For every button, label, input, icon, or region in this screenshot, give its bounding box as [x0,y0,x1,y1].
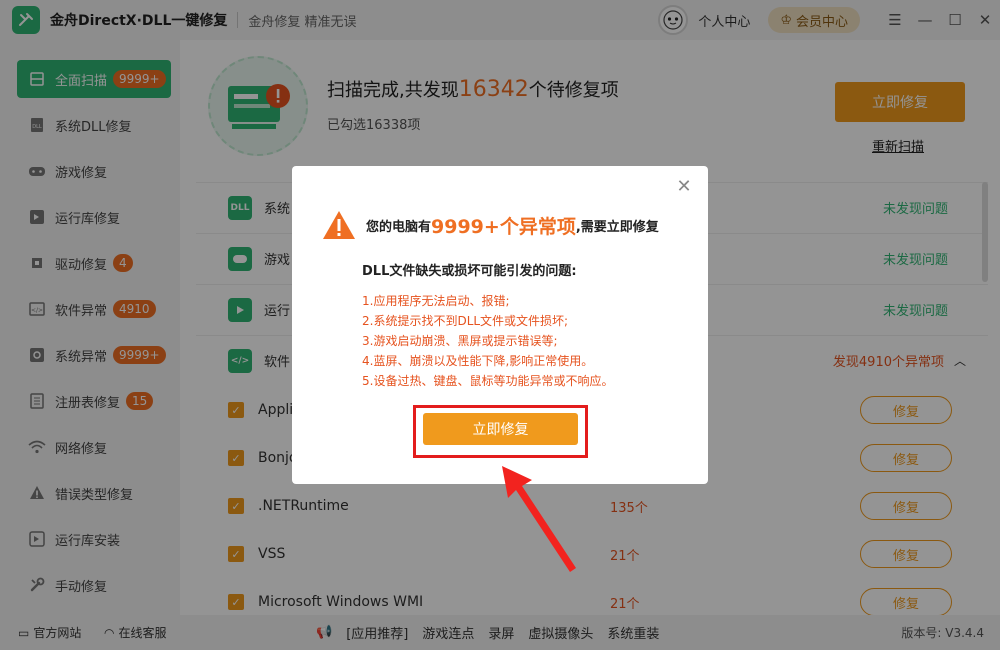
issue-item: 4.蓝屏、崩溃以及性能下降,影响正常使用。 [362,354,594,368]
repair-dialog: ✕ 您的电脑有 9999+个异常项 ,需要立即修复 DLL文件缺失或损坏可能引发… [292,166,708,484]
dialog-header: 您的电脑有 9999+个异常项 ,需要立即修复 [322,210,659,240]
issue-list: 1.应用程序无法启动、报错; 2.系统提示找不到DLL文件或文件损坏; 3.游戏… [362,291,613,391]
issue-item: 1.应用程序无法启动、报错; [362,294,510,308]
warning-icon [323,211,355,239]
issue-item: 2.系统提示找不到DLL文件或文件损坏; [362,314,569,328]
dialog-header-suffix: ,需要立即修复 [575,219,659,235]
dialog-fix-now-button[interactable]: 立即修复 [423,413,578,445]
dialog-header-prefix: 您的电脑有 [366,219,432,235]
close-icon[interactable]: ✕ [674,177,694,197]
dialog-subtitle: DLL文件缺失或损坏可能引发的问题: [362,264,577,279]
issue-item: 5.设备过热、键盘、鼠标等功能异常或不响应。 [362,374,614,388]
pointer-arrow-icon [502,466,576,572]
dialog-issue-count: 9999+个异常项 [431,215,576,238]
issue-item: 3.游戏启动崩溃、黑屏或提示错误等; [362,334,558,348]
